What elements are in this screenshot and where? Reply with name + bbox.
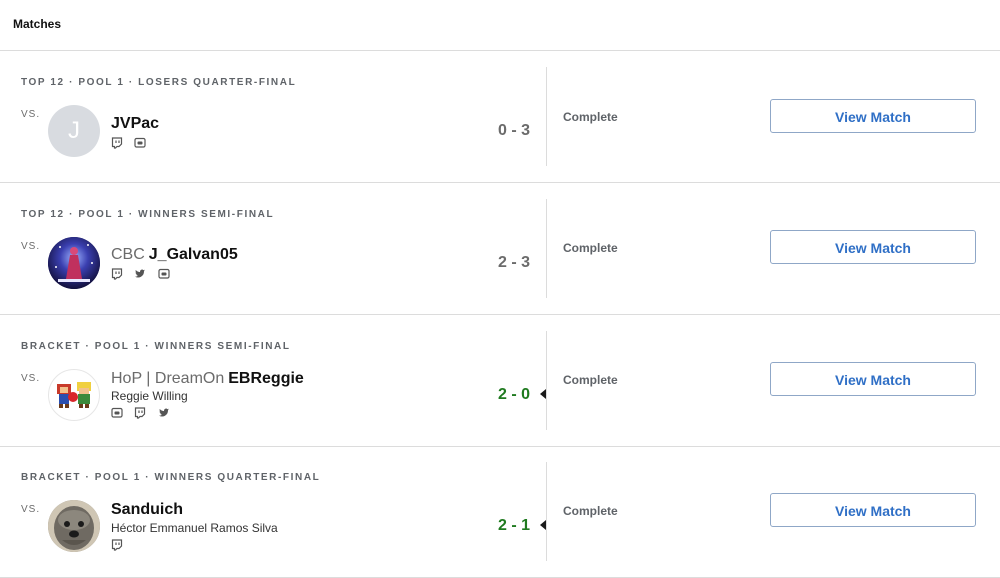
vs-label: VS. — [21, 373, 41, 384]
avatar-image — [48, 237, 100, 289]
twitch-icon[interactable] — [134, 406, 146, 419]
twitch-icon[interactable] — [111, 267, 123, 280]
view-match-button[interactable]: View Match — [770, 362, 976, 396]
twitch-icon[interactable] — [111, 136, 123, 149]
twitch-icon[interactable] — [111, 538, 123, 551]
avatar-image — [57, 382, 91, 408]
discord-icon[interactable] — [111, 406, 123, 418]
avatar-image — [48, 500, 100, 552]
twitter-icon[interactable] — [158, 406, 170, 418]
avatar[interactable]: J — [48, 105, 100, 157]
player-name[interactable]: CBC J_Galvan05 — [111, 246, 238, 264]
player-gamertag[interactable]: JVPac — [111, 115, 159, 132]
view-match-button[interactable]: View Match — [770, 493, 976, 527]
round-label: TOP 12 · POOL 1 · WINNERS SEMI-FINAL — [21, 209, 275, 220]
social-links — [111, 136, 153, 149]
social-links — [111, 538, 130, 551]
vs-label: VS. — [21, 109, 41, 120]
match-row: TOP 12 · POOL 1 · WINNERS SEMI-FINAL VS.… — [0, 183, 1000, 315]
player-name[interactable]: JVPac — [111, 115, 159, 133]
divider — [546, 462, 547, 561]
player-gamertag[interactable]: J_Galvan05 — [149, 246, 238, 263]
view-match-button[interactable]: View Match — [770, 230, 976, 264]
player-gamertag[interactable]: EBReggie — [228, 370, 304, 387]
avatar-initial: J — [68, 117, 80, 144]
matches-header: Matches — [0, 0, 1000, 51]
match-row: TOP 12 · POOL 1 · LOSERS QUARTER-FINAL V… — [0, 51, 1000, 183]
round-label: BRACKET · POOL 1 · WINNERS QUARTER-FINAL — [21, 472, 321, 483]
match-score: 2 - 0 — [497, 386, 530, 403]
match-row: BRACKET · POOL 1 · WINNERS QUARTER-FINAL… — [0, 446, 1000, 578]
player-gamertag[interactable]: Sanduich — [111, 501, 183, 518]
match-status: Complete — [563, 241, 618, 255]
divider — [546, 199, 547, 298]
round-label: BRACKET · POOL 1 · WINNERS SEMI-FINAL — [21, 341, 291, 352]
avatar[interactable] — [48, 500, 100, 552]
vs-label: VS. — [21, 504, 41, 515]
match-status: Complete — [563, 373, 618, 387]
player-name[interactable]: HoP | DreamOn EBReggie — [111, 370, 304, 388]
round-label: TOP 12 · POOL 1 · LOSERS QUARTER-FINAL — [21, 77, 297, 88]
twitter-icon[interactable] — [134, 267, 146, 279]
avatar[interactable] — [48, 237, 100, 289]
divider — [546, 67, 547, 166]
match-score: 2 - 1 — [497, 517, 530, 534]
social-links — [111, 267, 177, 280]
discord-icon[interactable] — [134, 136, 147, 148]
social-links — [111, 406, 177, 419]
match-score: 2 - 3 — [497, 254, 530, 271]
player-team-prefix: CBC — [111, 246, 145, 263]
avatar[interactable] — [48, 369, 100, 421]
player-name[interactable]: Sanduich — [111, 501, 183, 519]
player-team-prefix: HoP | DreamOn — [111, 370, 225, 387]
page-title: Matches — [13, 17, 62, 31]
view-match-button[interactable]: View Match — [770, 99, 976, 133]
match-row: BRACKET · POOL 1 · WINNERS SEMI-FINAL VS… — [0, 315, 1000, 447]
player-real-name: Reggie Willing — [111, 389, 188, 403]
match-score: 0 - 3 — [497, 122, 530, 139]
player-real-name: Héctor Emmanuel Ramos Silva — [111, 521, 278, 535]
match-status: Complete — [563, 110, 618, 124]
discord-icon[interactable] — [158, 267, 170, 279]
match-status: Complete — [563, 504, 618, 518]
divider — [546, 331, 547, 430]
vs-label: VS. — [21, 241, 41, 252]
